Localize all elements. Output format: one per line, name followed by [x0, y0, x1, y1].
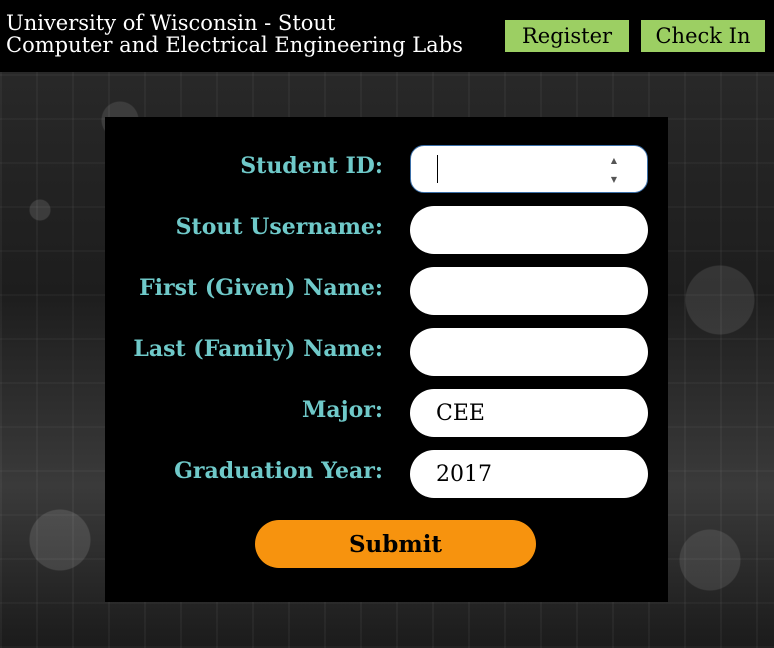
stout-username-input[interactable] [410, 206, 648, 254]
chevron-down-icon[interactable]: ▼ [611, 175, 617, 184]
major-label: Major: [302, 397, 383, 423]
first-name-label: First (Given) Name: [139, 275, 383, 301]
stout-username-label: Stout Username: [175, 214, 383, 240]
first-name-input[interactable] [410, 267, 648, 315]
header-bar: University of Wisconsin - Stout Computer… [0, 0, 774, 72]
register-button[interactable]: Register [505, 20, 629, 52]
student-id-input[interactable]: ▲ ▼ [410, 145, 648, 193]
form-row-last-name: Last (Family) Name: [105, 328, 668, 376]
text-caret [437, 155, 438, 183]
registration-form: Student ID: ▲ ▼ Stout Username: First (G… [105, 117, 668, 602]
chevron-up-icon[interactable]: ▲ [611, 156, 617, 165]
major-input[interactable]: CEE [410, 389, 648, 437]
submit-button[interactable]: Submit [255, 520, 536, 568]
site-title-line2: Computer and Electrical Engineering Labs [6, 33, 463, 57]
last-name-label: Last (Family) Name: [133, 336, 383, 362]
graduation-year-label: Graduation Year: [174, 458, 383, 484]
last-name-input[interactable] [410, 328, 648, 376]
form-row-major: Major: CEE [105, 389, 668, 437]
student-id-label: Student ID: [240, 153, 383, 179]
site-title: University of Wisconsin - Stout Computer… [6, 12, 463, 56]
form-row-first-name: First (Given) Name: [105, 267, 668, 315]
form-row-username: Stout Username: [105, 206, 668, 254]
form-row-student-id: Student ID: ▲ ▼ [105, 145, 668, 193]
number-spinner[interactable]: ▲ ▼ [607, 156, 621, 184]
site-title-line1: University of Wisconsin - Stout [6, 11, 336, 35]
graduation-year-input[interactable]: 2017 [410, 450, 648, 498]
form-row-graduation-year: Graduation Year: 2017 [105, 450, 668, 498]
check-in-button[interactable]: Check In [641, 20, 765, 52]
